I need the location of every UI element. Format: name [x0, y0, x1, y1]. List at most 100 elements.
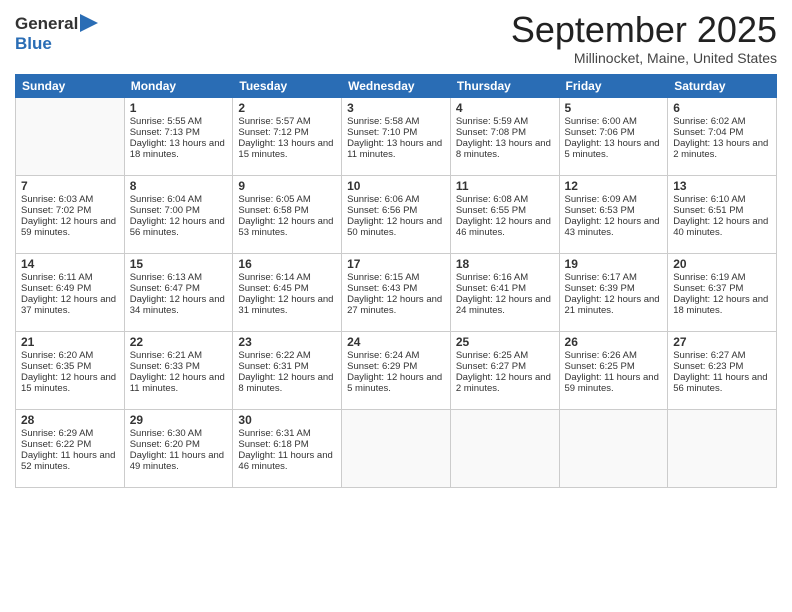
day-number: 5: [565, 101, 663, 115]
sunrise-text: Sunrise: 6:06 AM: [347, 194, 445, 205]
day-number: 17: [347, 257, 445, 271]
daylight-text: Daylight: 11 hours and 46 minutes.: [238, 450, 336, 472]
header-wednesday: Wednesday: [342, 74, 451, 97]
day-number: 8: [130, 179, 228, 193]
sunrise-text: Sunrise: 6:08 AM: [456, 194, 554, 205]
daylight-text: Daylight: 12 hours and 15 minutes.: [21, 372, 119, 394]
sunset-text: Sunset: 6:56 PM: [347, 205, 445, 216]
table-row: 24Sunrise: 6:24 AMSunset: 6:29 PMDayligh…: [342, 331, 451, 409]
sunset-text: Sunset: 6:37 PM: [673, 283, 771, 294]
daylight-text: Daylight: 12 hours and 56 minutes.: [130, 216, 228, 238]
daylight-text: Daylight: 12 hours and 50 minutes.: [347, 216, 445, 238]
table-row: 9Sunrise: 6:05 AMSunset: 6:58 PMDaylight…: [233, 175, 342, 253]
day-number: 2: [238, 101, 336, 115]
table-row: 5Sunrise: 6:00 AMSunset: 7:06 PMDaylight…: [559, 97, 668, 175]
sunrise-text: Sunrise: 6:13 AM: [130, 272, 228, 283]
daylight-text: Daylight: 11 hours and 56 minutes.: [673, 372, 771, 394]
header-sunday: Sunday: [16, 74, 125, 97]
calendar-week-row: 1Sunrise: 5:55 AMSunset: 7:13 PMDaylight…: [16, 97, 777, 175]
logo-blue-text: Blue: [15, 34, 52, 53]
calendar-week-row: 28Sunrise: 6:29 AMSunset: 6:22 PMDayligh…: [16, 409, 777, 487]
table-row: 12Sunrise: 6:09 AMSunset: 6:53 PMDayligh…: [559, 175, 668, 253]
daylight-text: Daylight: 12 hours and 43 minutes.: [565, 216, 663, 238]
month-title: September 2025: [511, 10, 777, 50]
table-row: 20Sunrise: 6:19 AMSunset: 6:37 PMDayligh…: [668, 253, 777, 331]
sunrise-text: Sunrise: 6:09 AM: [565, 194, 663, 205]
daylight-text: Daylight: 12 hours and 31 minutes.: [238, 294, 336, 316]
table-row: 1Sunrise: 5:55 AMSunset: 7:13 PMDaylight…: [124, 97, 233, 175]
sunrise-text: Sunrise: 6:02 AM: [673, 116, 771, 127]
daylight-text: Daylight: 13 hours and 5 minutes.: [565, 138, 663, 160]
table-row: [668, 409, 777, 487]
sunrise-text: Sunrise: 6:21 AM: [130, 350, 228, 361]
day-number: 15: [130, 257, 228, 271]
daylight-text: Daylight: 11 hours and 52 minutes.: [21, 450, 119, 472]
table-row: 18Sunrise: 6:16 AMSunset: 6:41 PMDayligh…: [450, 253, 559, 331]
logo-general-text: General: [15, 14, 78, 34]
table-row: 26Sunrise: 6:26 AMSunset: 6:25 PMDayligh…: [559, 331, 668, 409]
day-number: 19: [565, 257, 663, 271]
daylight-text: Daylight: 13 hours and 11 minutes.: [347, 138, 445, 160]
sunrise-text: Sunrise: 6:22 AM: [238, 350, 336, 361]
header-saturday: Saturday: [668, 74, 777, 97]
sunrise-text: Sunrise: 6:11 AM: [21, 272, 119, 283]
table-row: 22Sunrise: 6:21 AMSunset: 6:33 PMDayligh…: [124, 331, 233, 409]
day-number: 14: [21, 257, 119, 271]
sunrise-text: Sunrise: 6:17 AM: [565, 272, 663, 283]
daylight-text: Daylight: 12 hours and 40 minutes.: [673, 216, 771, 238]
table-row: 17Sunrise: 6:15 AMSunset: 6:43 PMDayligh…: [342, 253, 451, 331]
sunrise-text: Sunrise: 6:05 AM: [238, 194, 336, 205]
sunset-text: Sunset: 7:06 PM: [565, 127, 663, 138]
table-row: 19Sunrise: 6:17 AMSunset: 6:39 PMDayligh…: [559, 253, 668, 331]
sunset-text: Sunset: 6:35 PM: [21, 361, 119, 372]
daylight-text: Daylight: 11 hours and 59 minutes.: [565, 372, 663, 394]
sunset-text: Sunset: 6:49 PM: [21, 283, 119, 294]
sunset-text: Sunset: 7:04 PM: [673, 127, 771, 138]
sunrise-text: Sunrise: 6:15 AM: [347, 272, 445, 283]
daylight-text: Daylight: 11 hours and 49 minutes.: [130, 450, 228, 472]
day-number: 3: [347, 101, 445, 115]
daylight-text: Daylight: 13 hours and 8 minutes.: [456, 138, 554, 160]
logo-icon: [80, 14, 98, 32]
sunrise-text: Sunrise: 6:00 AM: [565, 116, 663, 127]
day-number: 28: [21, 413, 119, 427]
sunset-text: Sunset: 6:47 PM: [130, 283, 228, 294]
sunrise-text: Sunrise: 6:04 AM: [130, 194, 228, 205]
day-number: 12: [565, 179, 663, 193]
table-row: 23Sunrise: 6:22 AMSunset: 6:31 PMDayligh…: [233, 331, 342, 409]
sunrise-text: Sunrise: 6:16 AM: [456, 272, 554, 283]
day-number: 16: [238, 257, 336, 271]
sunset-text: Sunset: 6:31 PM: [238, 361, 336, 372]
day-number: 7: [21, 179, 119, 193]
day-number: 26: [565, 335, 663, 349]
daylight-text: Daylight: 12 hours and 46 minutes.: [456, 216, 554, 238]
daylight-text: Daylight: 12 hours and 21 minutes.: [565, 294, 663, 316]
table-row: [16, 97, 125, 175]
daylight-text: Daylight: 13 hours and 2 minutes.: [673, 138, 771, 160]
sunrise-text: Sunrise: 5:58 AM: [347, 116, 445, 127]
calendar-header-row: Sunday Monday Tuesday Wednesday Thursday…: [16, 74, 777, 97]
day-number: 22: [130, 335, 228, 349]
sunrise-text: Sunrise: 6:27 AM: [673, 350, 771, 361]
sunrise-text: Sunrise: 5:55 AM: [130, 116, 228, 127]
table-row: 4Sunrise: 5:59 AMSunset: 7:08 PMDaylight…: [450, 97, 559, 175]
daylight-text: Daylight: 12 hours and 24 minutes.: [456, 294, 554, 316]
sunrise-text: Sunrise: 6:19 AM: [673, 272, 771, 283]
location: Millinocket, Maine, United States: [511, 50, 777, 66]
sunrise-text: Sunrise: 5:59 AM: [456, 116, 554, 127]
page: General Blue September 2025 Millinocket,…: [0, 0, 792, 612]
table-row: 15Sunrise: 6:13 AMSunset: 6:47 PMDayligh…: [124, 253, 233, 331]
day-number: 4: [456, 101, 554, 115]
daylight-text: Daylight: 12 hours and 2 minutes.: [456, 372, 554, 394]
daylight-text: Daylight: 12 hours and 37 minutes.: [21, 294, 119, 316]
day-number: 20: [673, 257, 771, 271]
daylight-text: Daylight: 13 hours and 15 minutes.: [238, 138, 336, 160]
daylight-text: Daylight: 12 hours and 53 minutes.: [238, 216, 336, 238]
table-row: 11Sunrise: 6:08 AMSunset: 6:55 PMDayligh…: [450, 175, 559, 253]
sunset-text: Sunset: 6:55 PM: [456, 205, 554, 216]
table-row: 3Sunrise: 5:58 AMSunset: 7:10 PMDaylight…: [342, 97, 451, 175]
table-row: 13Sunrise: 6:10 AMSunset: 6:51 PMDayligh…: [668, 175, 777, 253]
sunset-text: Sunset: 6:20 PM: [130, 439, 228, 450]
header-friday: Friday: [559, 74, 668, 97]
day-number: 10: [347, 179, 445, 193]
